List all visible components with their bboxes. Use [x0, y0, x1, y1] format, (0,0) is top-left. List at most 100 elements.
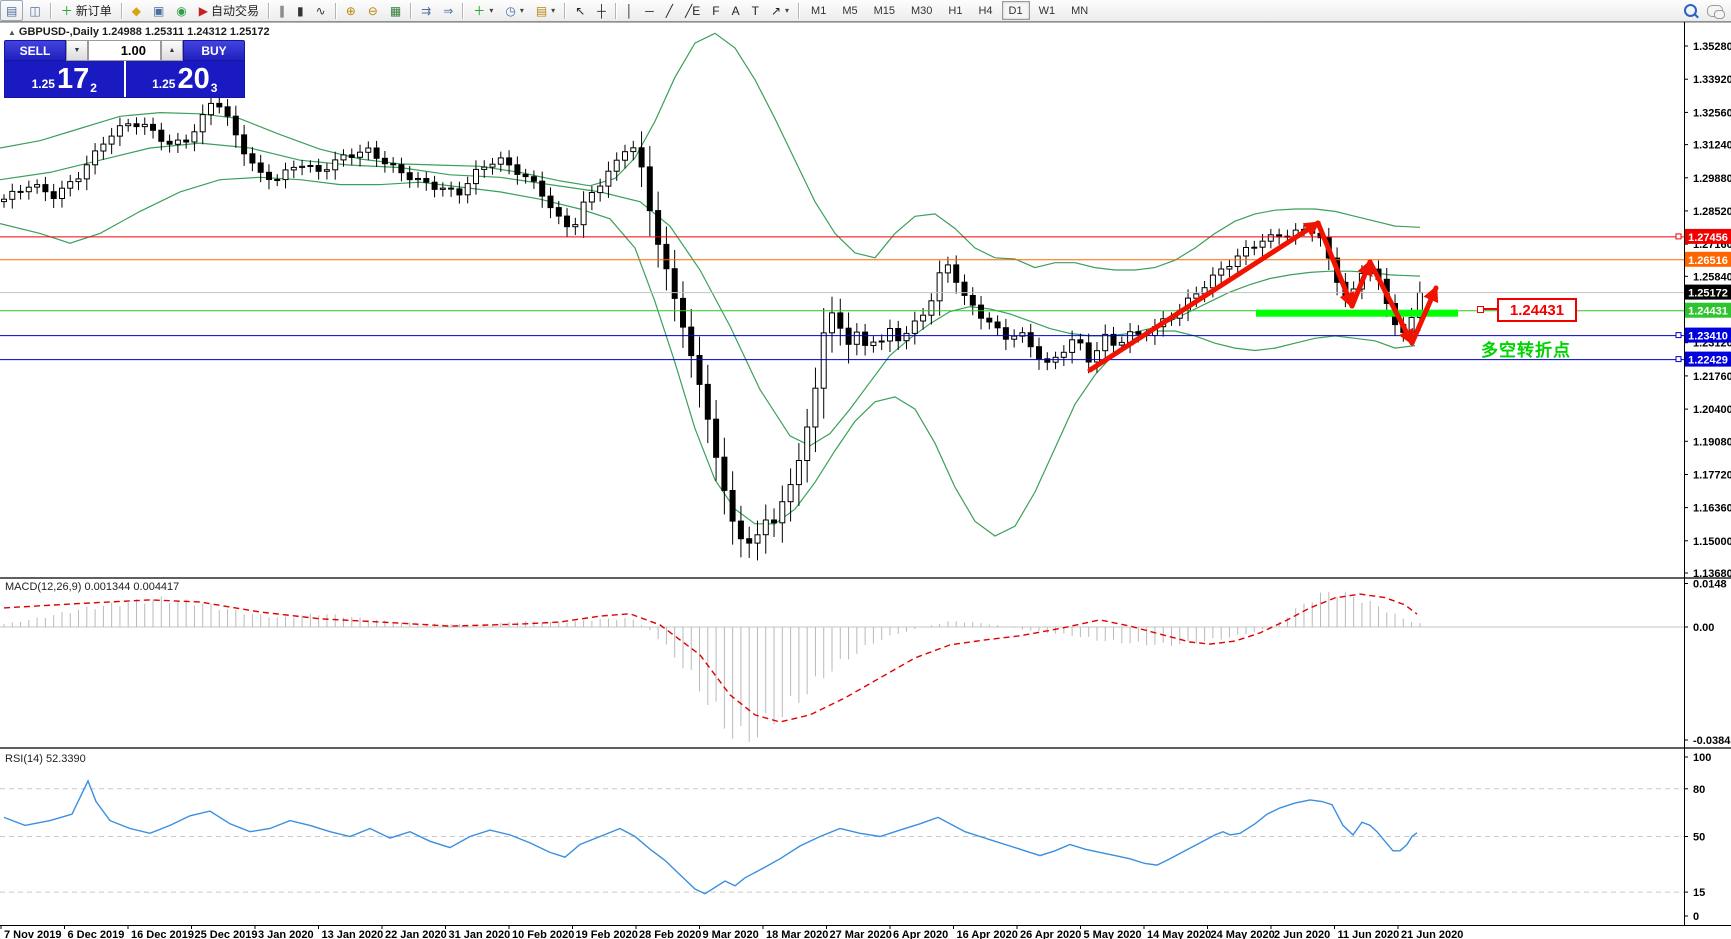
sell-button[interactable]: SELL: [4, 40, 66, 61]
auto-scroll-button[interactable]: ⇉: [415, 0, 437, 21]
community-chat-icon[interactable]: [1707, 4, 1725, 19]
crosshair-tool-button[interactable]: ┼: [591, 0, 612, 21]
dropdown-arrow-icon[interactable]: ▾: [551, 6, 555, 15]
chart-shift-button[interactable]: ⇒: [437, 0, 459, 21]
new-chart-button[interactable]: ▤: [0, 0, 24, 21]
zoom-out-icon: ⊖: [367, 3, 378, 18]
svg-text:0.00: 0.00: [1693, 622, 1714, 634]
dropdown-arrow-icon[interactable]: ▾: [489, 6, 493, 15]
trendline-tool-button[interactable]: ╱: [660, 0, 679, 21]
metaeditor-button[interactable]: ◆: [126, 0, 147, 21]
tile-windows-button[interactable]: ▦: [384, 0, 407, 21]
text-tool-button[interactable]: A: [726, 0, 746, 21]
svg-text:1.20400: 1.20400: [1693, 404, 1731, 416]
volume-down-stepper[interactable]: ▼: [66, 40, 88, 61]
zoom-in-button[interactable]: ⊕: [340, 0, 362, 21]
sell-price-point: 2: [90, 81, 97, 95]
svg-text:1.27456: 1.27456: [1688, 232, 1728, 244]
bar-chart-type-button[interactable]: ∥: [273, 0, 291, 21]
svg-text:1.31240: 1.31240: [1693, 140, 1731, 152]
candlestick-type-icon: ▮: [297, 3, 304, 18]
crosshair-tool-icon: ┼: [597, 3, 606, 18]
autotrading-icon: ▶: [198, 3, 209, 18]
timeframe-mn-button[interactable]: MN: [1064, 1, 1095, 20]
svg-text:7 Nov 2019: 7 Nov 2019: [4, 929, 61, 939]
sell-price[interactable]: 1.25 17 2: [5, 61, 124, 97]
svg-text:1.15000: 1.15000: [1693, 536, 1731, 548]
timeframe-h4-button[interactable]: H4: [971, 1, 999, 20]
rsi-indicator-label: RSI(14) 52.3390: [5, 753, 86, 765]
toolbar-separator: [798, 2, 801, 19]
add-indicator-button[interactable]: ＋ ▾: [467, 0, 499, 21]
svg-text:1.25840: 1.25840: [1693, 271, 1731, 283]
timeframe-h1-button[interactable]: H1: [941, 1, 969, 20]
hline-handle[interactable]: [1675, 332, 1682, 339]
hline-tool-button[interactable]: ─: [639, 0, 660, 21]
buy-button[interactable]: BUY: [183, 40, 245, 61]
line-chart-type-button[interactable]: ∿: [310, 0, 332, 21]
timeframe-m15-button[interactable]: M15: [867, 1, 902, 20]
hline-handle[interactable]: [1675, 233, 1682, 240]
svg-text:15: 15: [1693, 887, 1705, 899]
svg-text:1.23410: 1.23410: [1688, 331, 1728, 343]
symbol-title: ▲ GBPUSD-,Daily 1.24988 1.25311 1.24312 1…: [8, 26, 270, 38]
autotrading-button[interactable]: ▶ 自动交易: [193, 0, 265, 21]
support-price-label-connector: [1483, 308, 1497, 310]
buy-price[interactable]: 1.25 20 3: [126, 61, 245, 97]
svg-text:27 Mar 2020: 27 Mar 2020: [830, 929, 892, 939]
bar-chart-type-icon: ∥: [279, 3, 286, 18]
metaeditor-icon: ◆: [131, 3, 141, 18]
window-collapse-icon[interactable]: ▲: [8, 28, 16, 37]
svg-text:26 Apr 2020: 26 Apr 2020: [1020, 929, 1081, 939]
svg-text:1.26516: 1.26516: [1688, 255, 1728, 267]
support-price-label[interactable]: 1.24431: [1497, 298, 1577, 322]
svg-text:9 Mar 2020: 9 Mar 2020: [703, 929, 759, 939]
fibonacci-tool-button[interactable]: F: [706, 0, 725, 21]
svg-text:1.33920: 1.33920: [1693, 74, 1731, 86]
terminal-button[interactable]: ▣: [147, 0, 170, 21]
svg-text:1.29880: 1.29880: [1693, 173, 1731, 185]
new-order-button-label: 新订单: [75, 4, 112, 18]
zoom-out-button[interactable]: ⊖: [362, 0, 384, 21]
market-button[interactable]: ◉: [170, 0, 192, 21]
one-click-trading-panel: SELL ▼ 1.00 ▲ BUY 1.25 17 2 1.25 20 3: [4, 40, 245, 98]
svg-text:1.21760: 1.21760: [1693, 371, 1731, 383]
svg-text:16 Dec 2019: 16 Dec 2019: [131, 929, 194, 939]
timeframe-m30-button[interactable]: M30: [904, 1, 939, 20]
search-icon[interactable]: [1684, 4, 1697, 17]
volume-input[interactable]: 1.00: [88, 40, 161, 61]
toolbar-separator: [49, 2, 52, 19]
volume-up-stepper[interactable]: ▲: [161, 40, 183, 61]
svg-text:-0.038415: -0.038415: [1693, 735, 1731, 747]
zoom-in-icon: ⊕: [345, 3, 356, 18]
timeframe-m5-button[interactable]: M5: [835, 1, 864, 20]
vline-tool-button[interactable]: │: [620, 0, 640, 21]
timeframe-m1-button[interactable]: M1: [804, 1, 833, 20]
hline-handle[interactable]: [1675, 356, 1682, 363]
timeframe-d1-button[interactable]: D1: [1001, 1, 1030, 20]
svg-text:28 Feb 2020: 28 Feb 2020: [639, 929, 701, 939]
new-order-button[interactable]: ＋新订单: [55, 0, 118, 21]
dropdown-arrow-icon[interactable]: ▾: [520, 6, 524, 15]
candlestick-type-button[interactable]: ▮: [291, 0, 310, 21]
arrows-tool-button[interactable]: ↗ ▾: [765, 0, 795, 21]
turning-point-annotation[interactable]: 多空转折点: [1481, 336, 1571, 361]
chart-canvas[interactable]: 1.35280 1.33920 1.32560 1.31240 1.29880 1.285…: [0, 0, 1731, 939]
periods-button[interactable]: ◷ ▾: [499, 0, 530, 21]
toolbar-separator: [120, 2, 123, 19]
templates-button[interactable]: ▤ ▾: [530, 0, 561, 21]
chart-profiles-button[interactable]: ◫: [23, 0, 46, 21]
svg-text:11 Jun 2020: 11 Jun 2020: [1338, 929, 1400, 939]
channel-tool-button[interactable]: ╱E: [679, 0, 706, 21]
buy-price-pips: 20: [177, 63, 210, 95]
timeframe-w1-button[interactable]: W1: [1032, 1, 1063, 20]
dropdown-arrow-icon[interactable]: ▾: [785, 6, 789, 15]
cursor-tool-button[interactable]: ↖: [569, 0, 591, 21]
autotrading-button-label: 自动交易: [211, 4, 260, 18]
new-order-icon: ＋: [60, 3, 73, 18]
label-tool-button[interactable]: T: [746, 0, 765, 21]
svg-text:1.24431: 1.24431: [1688, 306, 1728, 318]
market-icon: ◉: [176, 3, 187, 18]
sell-price-base: 1.25: [31, 76, 55, 91]
tile-windows-icon: ▦: [389, 3, 402, 18]
